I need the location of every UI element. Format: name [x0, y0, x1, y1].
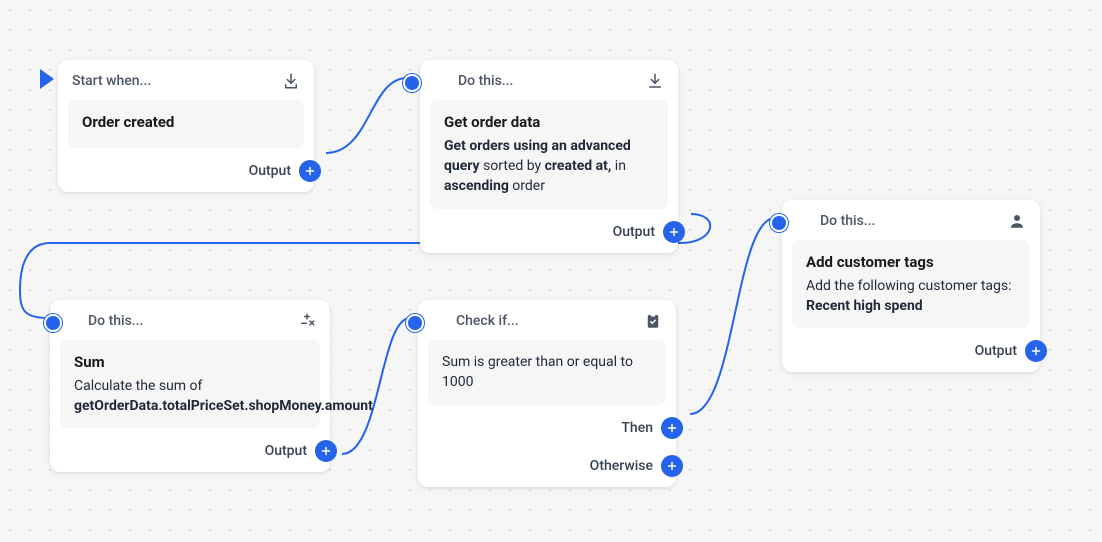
- node-input-port[interactable]: [46, 316, 60, 330]
- node-title: Order created: [82, 112, 290, 134]
- add-then-button[interactable]: [661, 417, 683, 439]
- node-description: Add the following customer tags: Recent …: [806, 276, 1016, 317]
- download-icon[interactable]: [646, 72, 664, 90]
- output-label: Output: [265, 443, 307, 459]
- start-indicator-icon: [40, 69, 54, 89]
- node-header-label: Do this...: [458, 73, 636, 89]
- node-input-port[interactable]: [772, 216, 786, 230]
- node-header-label: Start when...: [72, 73, 272, 89]
- otherwise-label: Otherwise: [590, 458, 653, 474]
- node-description: Get orders using an advanced query sorte…: [444, 136, 654, 197]
- node-check-condition[interactable]: Check if... Sum is greater than or equal…: [418, 300, 676, 487]
- node-sum[interactable]: Do this... Sum Calculate the sum of getO…: [50, 300, 330, 472]
- node-input-port[interactable]: [405, 76, 419, 90]
- add-output-button[interactable]: [315, 440, 337, 462]
- condition-text: Sum is greater than or equal to 1000: [442, 352, 652, 393]
- add-output-button[interactable]: [299, 160, 321, 182]
- add-output-button[interactable]: [663, 221, 685, 243]
- node-header-label: Check if...: [456, 313, 634, 329]
- node-get-order-data[interactable]: Do this... Get order data Get orders usi…: [420, 60, 678, 253]
- output-label: Output: [249, 163, 291, 179]
- calculate-icon[interactable]: [298, 312, 316, 330]
- add-output-button[interactable]: [1025, 340, 1047, 362]
- node-title: Get order data: [444, 112, 654, 134]
- clipboard-check-icon[interactable]: [644, 312, 662, 330]
- output-label: Output: [975, 343, 1017, 359]
- node-description: Calculate the sum of getOrderData.totalP…: [74, 376, 306, 417]
- output-label: Output: [613, 224, 655, 240]
- node-header-label: Do this...: [820, 213, 998, 229]
- node-add-customer-tags[interactable]: Do this... Add customer tags Add the fol…: [782, 200, 1040, 372]
- node-header-label: Do this...: [88, 313, 288, 329]
- node-title: Sum: [74, 352, 306, 374]
- person-icon[interactable]: [1008, 212, 1026, 230]
- add-otherwise-button[interactable]: [661, 455, 683, 477]
- then-label: Then: [621, 420, 653, 436]
- node-title: Add customer tags: [806, 252, 1016, 274]
- node-start-trigger[interactable]: Start when... Order created Output: [58, 60, 314, 192]
- import-icon[interactable]: [282, 72, 300, 90]
- node-input-port[interactable]: [408, 316, 422, 330]
- workflow-canvas[interactable]: Start when... Order created Output Do th…: [0, 0, 1102, 542]
